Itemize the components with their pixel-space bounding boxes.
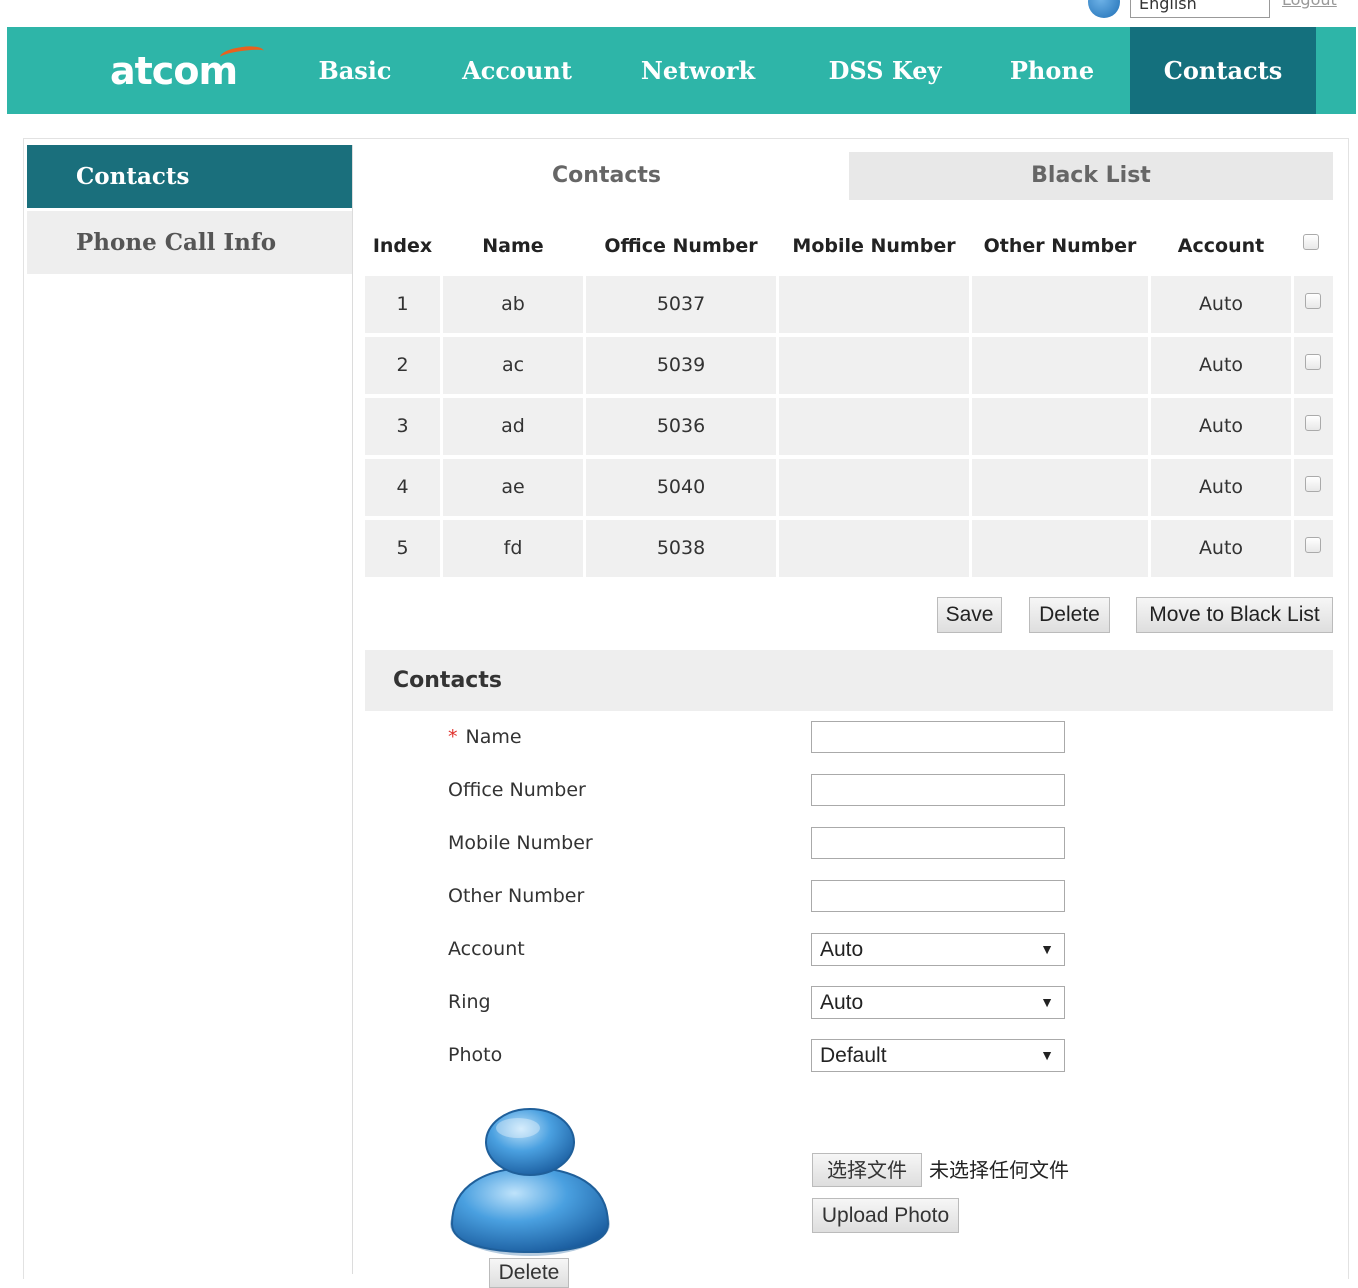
dropdown-arrow-icon: ▼ — [1040, 941, 1054, 957]
column-header-office-number: Office Number — [604, 235, 758, 257]
table-cell-account: Auto — [1151, 276, 1291, 333]
column-header-mobile-number: Mobile Number — [792, 235, 956, 257]
default-avatar-icon — [450, 1108, 610, 1256]
row-checkbox[interactable] — [1305, 415, 1321, 431]
other-number-label: Other Number — [448, 885, 585, 907]
table-cell-index: 3 — [365, 398, 440, 455]
table-cell-name: ac — [443, 337, 583, 394]
row-checkbox[interactable] — [1305, 293, 1321, 309]
table-cell-other-number — [972, 459, 1148, 516]
table-cell-mobile-number — [779, 337, 969, 394]
table-cell-mobile-number — [779, 276, 969, 333]
nav-basic[interactable]: Basic — [303, 27, 407, 114]
table-cell-office-number: 5040 — [586, 459, 776, 516]
top-nav-bar: atcom Basic Account Network DSS Key Phon… — [7, 27, 1356, 114]
select-all-checkbox[interactable] — [1303, 234, 1319, 250]
nav-account[interactable]: Account — [451, 27, 583, 114]
tab-contacts[interactable]: Contacts — [365, 152, 848, 200]
choose-file-button[interactable]: 选择文件 — [812, 1153, 922, 1187]
row-checkbox[interactable] — [1305, 537, 1321, 553]
table-cell-mobile-number — [779, 520, 969, 577]
dropdown-arrow-icon: ▼ — [1040, 1047, 1054, 1063]
table-cell-other-number — [972, 276, 1148, 333]
globe-icon — [1088, 0, 1120, 18]
table-cell-account: Auto — [1151, 520, 1291, 577]
sidebar-item-contacts[interactable]: Contacts — [27, 145, 352, 208]
table-cell-name: ad — [443, 398, 583, 455]
office-number-input[interactable] — [811, 774, 1065, 806]
sidebar: Contacts Phone Call Info — [27, 145, 353, 1274]
photo-label: Photo — [448, 1044, 503, 1066]
table-cell-mobile-number — [779, 459, 969, 516]
table-cell-office-number: 5037 — [586, 276, 776, 333]
table-cell-account: Auto — [1151, 337, 1291, 394]
nav-dss-key[interactable]: DSS Key — [811, 27, 959, 114]
ring-select[interactable]: Auto ▼ — [811, 986, 1065, 1019]
row-checkbox[interactable] — [1305, 354, 1321, 370]
table-cell-account: Auto — [1151, 459, 1291, 516]
table-cell-index: 4 — [365, 459, 440, 516]
logout-link[interactable]: Logout — [1282, 0, 1337, 9]
account-label: Account — [448, 938, 525, 960]
office-number-label: Office Number — [448, 779, 586, 801]
contacts-form-title: Contacts — [393, 668, 502, 693]
table-cell-other-number — [972, 398, 1148, 455]
table-cell-name: ab — [443, 276, 583, 333]
ring-select-value: Auto — [820, 991, 864, 1014]
required-mark: * — [448, 726, 458, 748]
table-cell-index: 2 — [365, 337, 440, 394]
atcom-logo: atcom — [110, 44, 265, 93]
photo-select[interactable]: Default ▼ — [811, 1039, 1065, 1072]
dropdown-arrow-icon: ▼ — [1040, 994, 1054, 1010]
nav-network[interactable]: Network — [627, 27, 769, 114]
table-cell-other-number — [972, 337, 1148, 394]
move-to-black-list-button[interactable]: Move to Black List — [1136, 597, 1333, 633]
name-input[interactable] — [811, 721, 1065, 753]
account-select-value: Auto — [820, 938, 864, 961]
row-checkbox[interactable] — [1305, 476, 1321, 492]
delete-button[interactable]: Delete — [1029, 597, 1110, 633]
name-label-text: Name — [465, 726, 522, 748]
column-header-index: Index — [372, 235, 433, 257]
utility-bar: English Logout — [0, 0, 1358, 26]
other-number-input[interactable] — [811, 880, 1065, 912]
table-cell-name: ae — [443, 459, 583, 516]
sidebar-item-phone-call-info[interactable]: Phone Call Info — [27, 211, 352, 274]
mobile-number-input[interactable] — [811, 827, 1065, 859]
table-cell-index: 1 — [365, 276, 440, 333]
table-cell-office-number: 5036 — [586, 398, 776, 455]
table-cell-office-number: 5039 — [586, 337, 776, 394]
language-select[interactable]: English — [1130, 0, 1270, 18]
mobile-number-label: Mobile Number — [448, 832, 593, 854]
contacts-form-header: Contacts — [365, 650, 1333, 711]
tab-black-list[interactable]: Black List — [849, 152, 1333, 200]
nav-contacts[interactable]: Contacts — [1130, 27, 1316, 114]
delete-photo-button[interactable]: Delete — [489, 1258, 569, 1288]
photo-select-value: Default — [820, 1044, 887, 1067]
table-cell-index: 5 — [365, 520, 440, 577]
logo-swoosh-icon — [219, 44, 265, 64]
column-header-name: Name — [482, 235, 544, 257]
table-cell-office-number: 5038 — [586, 520, 776, 577]
upload-photo-button[interactable]: Upload Photo — [812, 1198, 959, 1233]
table-cell-mobile-number — [779, 398, 969, 455]
nav-phone[interactable]: Phone — [997, 27, 1107, 114]
save-button[interactable]: Save — [937, 597, 1002, 633]
table-cell-other-number — [972, 520, 1148, 577]
file-status-text: 未选择任何文件 — [929, 1158, 1069, 1182]
table-cell-account: Auto — [1151, 398, 1291, 455]
logo-text: atcom — [110, 49, 238, 93]
account-select[interactable]: Auto ▼ — [811, 933, 1065, 966]
column-header-other-number: Other Number — [983, 235, 1137, 257]
ring-label: Ring — [448, 991, 491, 1013]
column-header-account: Account — [1177, 235, 1265, 257]
table-cell-name: fd — [443, 520, 583, 577]
name-label: * Name — [448, 726, 522, 748]
